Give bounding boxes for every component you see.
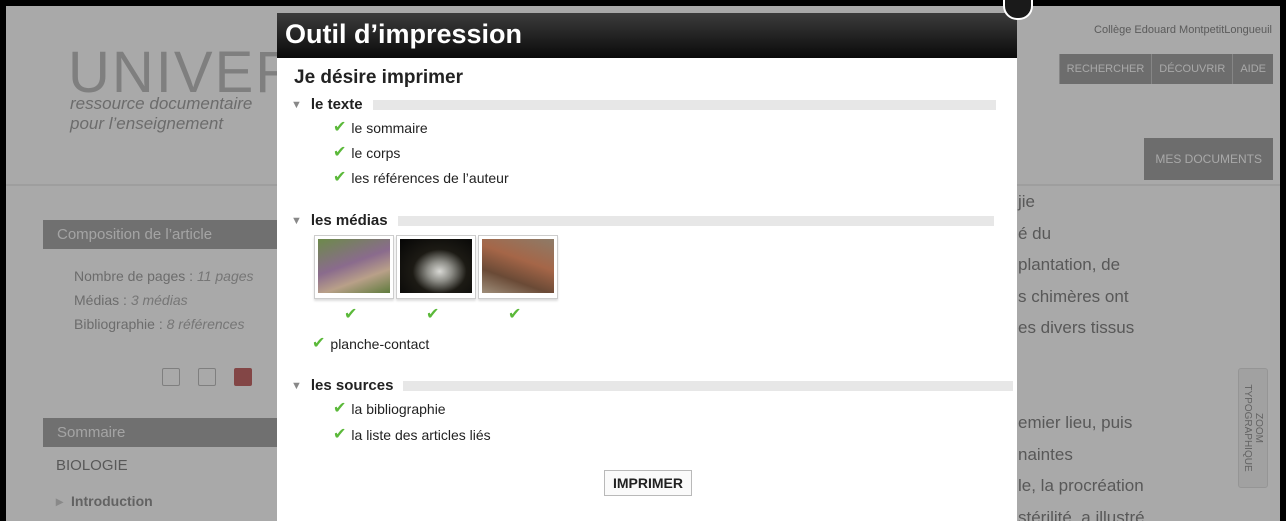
media-image [482, 239, 554, 293]
checkmark-icon: ✔ [312, 335, 326, 352]
print-button[interactable]: IMPRIMER [604, 470, 692, 496]
option-planche-contact[interactable]: ✔ planche-contact [312, 335, 430, 353]
checkmark-icon: ✔ [333, 169, 347, 186]
option-corps[interactable]: ✔ le corps [333, 144, 401, 162]
section-text-label: le texte [310, 96, 363, 113]
option-articles-lies[interactable]: ✔ la liste des articles liés [333, 426, 491, 444]
checkmark-icon[interactable]: ✔ [426, 304, 439, 324]
collapse-arrow-icon[interactable]: ▼ [291, 215, 302, 227]
option-references-auteur[interactable]: ✔ les références de l’auteur [333, 169, 509, 187]
checkmark-icon[interactable]: ✔ [508, 304, 521, 324]
option-label: la liste des articles liés [351, 427, 491, 443]
option-label: la bibliographie [351, 401, 446, 417]
option-label: planche-contact [330, 336, 430, 352]
section-divider [403, 380, 1014, 391]
modal-title: Outil d’impression [277, 13, 1017, 58]
section-media-label: les médias [310, 212, 388, 229]
media-image [318, 239, 390, 293]
collapse-arrow-icon[interactable]: ▼ [291, 99, 302, 111]
section-media[interactable]: ▼ les médias [291, 212, 994, 229]
checkmark-icon: ✔ [333, 119, 347, 136]
checkmark-icon: ✔ [333, 426, 347, 443]
collapse-arrow-icon[interactable]: ▼ [291, 380, 302, 392]
checkmark-icon: ✔ [333, 400, 347, 417]
print-tool-modal: Outil d’impression Je désire imprimer ▼ … [277, 13, 1017, 521]
media-thumbnails [314, 235, 558, 299]
option-label: les références de l’auteur [351, 170, 509, 186]
option-sommaire[interactable]: ✔ le sommaire [333, 119, 428, 137]
checkmark-icon[interactable]: ✔ [344, 304, 357, 324]
option-bibliographie[interactable]: ✔ la bibliographie [333, 400, 446, 418]
checkmark-icon: ✔ [333, 144, 347, 161]
media-thumbnail[interactable] [478, 235, 558, 299]
media-image [400, 239, 472, 293]
section-divider [397, 215, 994, 226]
option-label: le corps [351, 145, 401, 161]
section-sources[interactable]: ▼ les sources [291, 377, 1014, 394]
section-sources-label: les sources [310, 377, 394, 394]
media-thumbnail[interactable] [314, 235, 394, 299]
section-divider [372, 99, 996, 110]
media-thumbnail[interactable] [396, 235, 476, 299]
modal-subtitle: Je désire imprimer [294, 67, 463, 88]
section-text[interactable]: ▼ le texte [291, 96, 996, 113]
option-label: le sommaire [351, 120, 428, 136]
